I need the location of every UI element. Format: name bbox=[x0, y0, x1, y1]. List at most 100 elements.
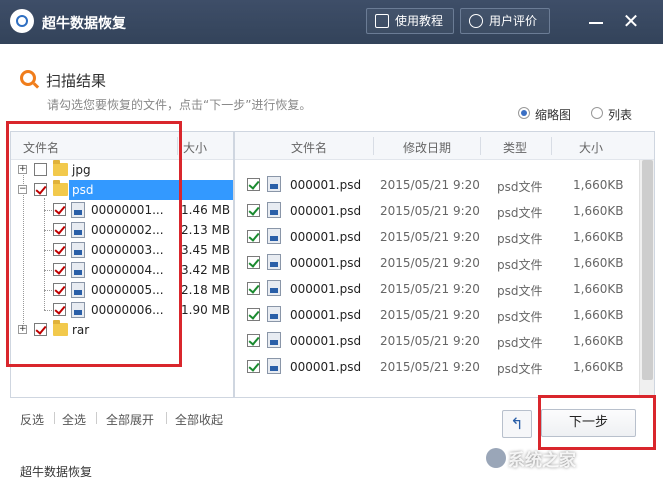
file-type: psd文件 bbox=[497, 284, 543, 298]
column-divider bbox=[480, 137, 481, 155]
file-date: 2015/05/21 9:20 bbox=[380, 256, 480, 270]
psd-file-icon bbox=[267, 306, 281, 322]
file-row[interactable]: 000001.psd 2015/05/21 9:20 psd文件 1,660KB bbox=[235, 250, 639, 276]
column-divider bbox=[551, 137, 552, 155]
tutorial-label: 使用教程 bbox=[395, 14, 444, 28]
file-date: 2015/05/21 9:20 bbox=[380, 204, 480, 218]
file-row[interactable]: 000001.psd 2015/05/21 9:20 psd文件 1,660KB bbox=[235, 224, 639, 250]
tree-file-size: 3.45 MB bbox=[181, 243, 231, 257]
tutorial-button[interactable]: 使用教程 bbox=[366, 8, 454, 34]
annotation-highlight-next bbox=[538, 395, 656, 450]
file-checkbox[interactable] bbox=[247, 204, 260, 217]
file-date: 2015/05/21 9:20 bbox=[380, 178, 480, 192]
psd-file-icon bbox=[267, 202, 281, 218]
psd-file-icon bbox=[267, 254, 281, 270]
file-row[interactable]: 000001.psd 2015/05/21 9:20 psd文件 1,660KB bbox=[235, 172, 639, 198]
file-row[interactable]: 000001.psd 2015/05/21 9:20 psd文件 1,660KB bbox=[235, 354, 639, 380]
file-date: 2015/05/21 9:20 bbox=[380, 334, 480, 348]
file-checkbox[interactable] bbox=[247, 282, 260, 295]
tree-file-size: 2.13 MB bbox=[181, 223, 231, 237]
file-size: 1,660KB bbox=[573, 308, 624, 322]
file-checkbox[interactable] bbox=[247, 334, 260, 347]
book-icon bbox=[375, 14, 389, 28]
footer-app-name: 超牛数据恢复 bbox=[20, 465, 93, 479]
file-date: 2015/05/21 9:20 bbox=[380, 282, 480, 296]
shield-icon bbox=[469, 14, 483, 28]
radio-checked-icon bbox=[518, 107, 530, 119]
file-column-header: 文件名 修改日期 类型 大小 bbox=[235, 132, 654, 160]
annotation-highlight-tree bbox=[6, 121, 182, 367]
file-size: 1,660KB bbox=[573, 178, 624, 192]
invert-selection-link[interactable]: 反选 bbox=[20, 411, 44, 428]
file-date: 2015/05/21 9:20 bbox=[380, 360, 480, 374]
page-subtitle: 请勾选您要恢复的文件，点击“下一步”进行恢复。 bbox=[47, 98, 312, 112]
file-size: 1,660KB bbox=[573, 204, 624, 218]
link-divider bbox=[166, 412, 167, 424]
file-checkbox[interactable] bbox=[247, 178, 260, 191]
search-icon bbox=[20, 70, 36, 86]
back-button[interactable]: ↰ bbox=[502, 410, 532, 438]
file-name: 000001.psd bbox=[290, 334, 362, 348]
file-type: psd文件 bbox=[497, 362, 543, 376]
select-all-link[interactable]: 全选 bbox=[62, 411, 86, 428]
page-title: 扫描结果 bbox=[46, 72, 107, 90]
column-divider bbox=[373, 137, 374, 155]
view-list-label: 列表 bbox=[608, 108, 633, 122]
file-name: 000001.psd bbox=[290, 230, 362, 244]
file-size: 1,660KB bbox=[573, 230, 624, 244]
user-review-label: 用户评价 bbox=[489, 14, 538, 28]
scrollbar-thumb[interactable] bbox=[642, 160, 653, 380]
app-logo-icon bbox=[10, 9, 34, 33]
file-name: 000001.psd bbox=[290, 360, 362, 374]
file-size: 1,660KB bbox=[573, 256, 624, 270]
file-row[interactable]: 000001.psd 2015/05/21 9:20 psd文件 1,660KB bbox=[235, 302, 639, 328]
psd-file-icon bbox=[267, 358, 281, 374]
file-type: psd文件 bbox=[497, 206, 543, 220]
close-button[interactable]: ✕ bbox=[620, 10, 642, 32]
psd-file-icon bbox=[267, 176, 281, 192]
file-name: 000001.psd bbox=[290, 308, 362, 322]
file-date: 2015/05/21 9:20 bbox=[380, 230, 480, 244]
psd-file-icon bbox=[267, 228, 281, 244]
file-checkbox[interactable] bbox=[247, 308, 260, 321]
link-divider bbox=[96, 412, 97, 424]
file-size: 1,660KB bbox=[573, 360, 624, 374]
file-name: 000001.psd bbox=[290, 204, 362, 218]
collapse-all-link[interactable]: 全部收起 bbox=[175, 411, 223, 428]
app-title: 超牛数据恢复 bbox=[42, 16, 126, 32]
file-col-size[interactable]: 大小 bbox=[579, 139, 603, 156]
tree-file-size: 2.18 MB bbox=[181, 283, 231, 297]
psd-file-icon bbox=[267, 332, 281, 348]
file-type: psd文件 bbox=[497, 180, 543, 194]
file-size: 1,660KB bbox=[573, 282, 624, 296]
file-col-date[interactable]: 修改日期 bbox=[403, 139, 451, 156]
expand-all-link[interactable]: 全部展开 bbox=[106, 411, 154, 428]
psd-file-icon bbox=[267, 280, 281, 296]
vertical-scrollbar[interactable] bbox=[639, 160, 654, 397]
tree-file-size: 1.90 MB bbox=[181, 303, 231, 317]
file-col-name[interactable]: 文件名 bbox=[291, 139, 327, 156]
file-name: 000001.psd bbox=[290, 282, 362, 296]
file-checkbox[interactable] bbox=[247, 256, 260, 269]
watermark-logo-icon bbox=[486, 448, 506, 468]
file-list-panel: 文件名 修改日期 类型 大小 000001.psd 2015/05/21 9:2… bbox=[234, 131, 655, 398]
user-review-button[interactable]: 用户评价 bbox=[460, 8, 550, 34]
tree-col-size[interactable]: 大小 bbox=[183, 139, 207, 156]
file-type: psd文件 bbox=[497, 336, 543, 350]
tree-file-size: 1.46 MB bbox=[181, 203, 231, 217]
file-name: 000001.psd bbox=[290, 178, 362, 192]
file-col-type[interactable]: 类型 bbox=[503, 139, 527, 156]
file-checkbox[interactable] bbox=[247, 360, 260, 373]
link-divider bbox=[54, 412, 55, 424]
minimize-button[interactable] bbox=[586, 12, 606, 32]
view-thumbnail-radio[interactable]: 缩略图 bbox=[518, 106, 571, 123]
tree-file-size: 3.42 MB bbox=[181, 263, 231, 277]
file-row[interactable]: 000001.psd 2015/05/21 9:20 psd文件 1,660KB bbox=[235, 276, 639, 302]
file-date: 2015/05/21 9:20 bbox=[380, 308, 480, 322]
view-list-radio[interactable]: 列表 bbox=[591, 106, 632, 123]
file-row[interactable]: 000001.psd 2015/05/21 9:20 psd文件 1,660KB bbox=[235, 198, 639, 224]
file-row[interactable]: 000001.psd 2015/05/21 9:20 psd文件 1,660KB bbox=[235, 328, 639, 354]
file-name: 000001.psd bbox=[290, 256, 362, 270]
file-type: psd文件 bbox=[497, 232, 543, 246]
file-checkbox[interactable] bbox=[247, 230, 260, 243]
